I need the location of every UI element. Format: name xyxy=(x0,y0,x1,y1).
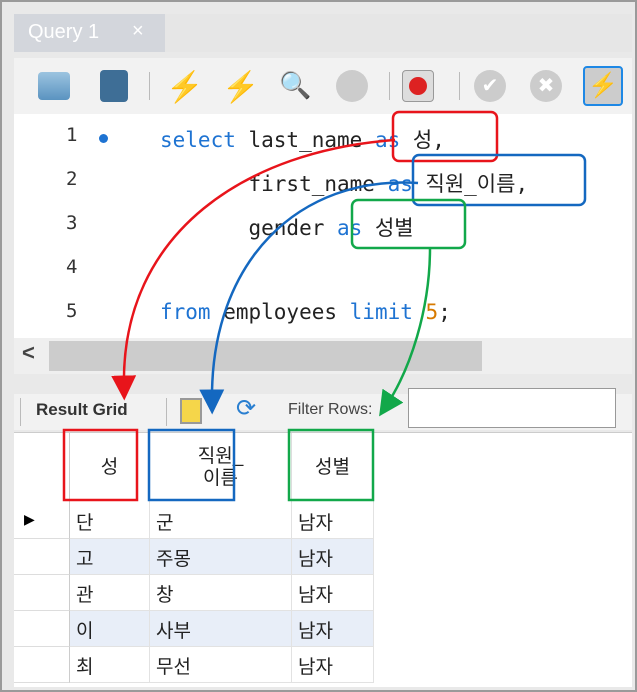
row-header[interactable]: ▶ xyxy=(14,503,70,539)
code-line[interactable]: 5 from employees limit 5; xyxy=(14,300,632,330)
code-text: first_name as 직원_이름, xyxy=(160,168,529,198)
scrollbar-thumb[interactable] xyxy=(49,341,482,371)
code-line[interactable]: 1 select last_name as 성, xyxy=(14,124,632,154)
explain-icon[interactable]: 🔍 xyxy=(279,70,311,102)
line-number: 5 xyxy=(66,300,78,322)
table-cell[interactable]: 남자 xyxy=(292,539,374,575)
tab-label: Query 1 xyxy=(28,21,100,43)
result-grid: 성 직원_ 이름 성별 ▶ 단 군 남자 고 주몽 남자 관 창 남자 이 사부 남자 최 무선 남자 xyxy=(14,432,632,687)
table-row[interactable]: ▶ 단 군 남자 xyxy=(14,503,374,539)
table-cell[interactable]: 최 xyxy=(70,647,150,683)
table-cell[interactable]: 고 xyxy=(70,539,150,575)
table-cell[interactable]: 사부 xyxy=(150,611,292,647)
filter-rows-label: Filter Rows: xyxy=(288,401,373,418)
line-number: 1 xyxy=(66,124,78,146)
execute-current-icon[interactable]: ⚡ xyxy=(222,70,259,104)
rollback-icon[interactable]: ✖ xyxy=(530,70,562,102)
current-line-dot-icon xyxy=(99,134,108,143)
row-header[interactable] xyxy=(14,647,70,683)
code-line[interactable]: 3 gender as 성별 xyxy=(14,212,632,242)
toggle-stop-on-error-icon[interactable] xyxy=(402,70,434,102)
table-cell[interactable]: 주몽 xyxy=(150,539,292,575)
sql-token: ; xyxy=(438,300,451,324)
table-row[interactable]: 관 창 남자 xyxy=(14,575,374,611)
line-number: 3 xyxy=(66,212,78,234)
sql-token: last_name xyxy=(235,128,375,152)
sql-editor[interactable]: 1 select last_name as 성, 2 first_name as 직… xyxy=(14,114,632,338)
sql-token: employees xyxy=(210,300,350,324)
tab-query-1[interactable]: Query 1 × xyxy=(14,14,165,52)
sql-token: first_name xyxy=(160,172,388,196)
sql-keyword: as xyxy=(337,216,363,240)
separator xyxy=(389,72,390,100)
tab-bar: Query 1 × xyxy=(14,14,632,52)
column-header[interactable]: 성 xyxy=(70,433,150,503)
results-toolbar: Result Grid ⟳ Filter Rows: xyxy=(14,388,632,430)
sql-token: 성별 xyxy=(362,216,414,240)
code-text: from employees limit 5; xyxy=(160,300,451,324)
autocommit-icon[interactable]: ⚡ xyxy=(583,66,623,106)
table-cell[interactable]: 무선 xyxy=(150,647,292,683)
table-row[interactable]: 고 주몽 남자 xyxy=(14,539,374,575)
row-header[interactable] xyxy=(14,539,70,575)
table-cell[interactable]: 남자 xyxy=(292,575,374,611)
table-cell[interactable]: 관 xyxy=(70,575,150,611)
sql-keyword: from xyxy=(160,300,211,324)
save-icon[interactable] xyxy=(100,70,128,102)
sql-keyword: select xyxy=(160,128,236,152)
grid-columns-icon[interactable] xyxy=(180,398,202,424)
code-line[interactable]: 4 xyxy=(14,256,632,286)
table-cell[interactable]: 단 xyxy=(70,503,150,539)
line-number: 2 xyxy=(66,168,78,190)
result-grid-tab[interactable]: Result Grid xyxy=(36,400,128,420)
table-cell[interactable]: 남자 xyxy=(292,611,374,647)
separator xyxy=(149,72,150,100)
sql-keyword: as xyxy=(387,172,413,196)
table-cell[interactable]: 군 xyxy=(150,503,292,539)
sql-token: 직원_이름, xyxy=(412,172,529,196)
code-line[interactable]: 2 first_name as 직원_이름, xyxy=(14,168,632,198)
row-header[interactable] xyxy=(14,575,70,611)
scroll-left-icon[interactable]: < xyxy=(22,340,35,366)
table-row[interactable]: 최 무선 남자 xyxy=(14,647,374,683)
execute-icon[interactable]: ⚡ xyxy=(166,70,203,104)
separator xyxy=(20,398,21,426)
editor-toolbar: ⚡ ⚡ 🔍 ✔ ✖ ⚡ xyxy=(14,58,632,114)
sql-token: 성, xyxy=(400,128,445,152)
table-cell[interactable]: 이 xyxy=(70,611,150,647)
table-row[interactable]: 이 사부 남자 xyxy=(14,611,374,647)
sql-token: 5 xyxy=(425,300,439,324)
open-folder-icon[interactable] xyxy=(38,72,70,100)
sql-keyword: limit xyxy=(349,300,413,324)
sql-keyword: as xyxy=(374,128,401,152)
table-cell[interactable]: 남자 xyxy=(292,647,374,683)
stop-icon[interactable] xyxy=(336,70,368,102)
sql-token: gender xyxy=(160,216,338,240)
line-number: 4 xyxy=(66,256,78,278)
refresh-icon[interactable]: ⟳ xyxy=(236,394,256,423)
code-text: gender as 성별 xyxy=(160,212,414,242)
separator xyxy=(459,72,460,100)
table-cell[interactable]: 남자 xyxy=(292,503,374,539)
row-header[interactable] xyxy=(14,611,70,647)
column-header[interactable]: 직원_ 이름 xyxy=(150,433,292,503)
table-cell[interactable]: 창 xyxy=(150,575,292,611)
filter-rows-input[interactable] xyxy=(408,388,616,428)
current-row-icon: ▶ xyxy=(24,511,35,527)
commit-icon[interactable]: ✔ xyxy=(474,70,506,102)
separator xyxy=(166,398,167,426)
horizontal-scrollbar[interactable]: < xyxy=(14,338,632,374)
close-icon[interactable]: × xyxy=(132,20,144,43)
workbench-window: Query 1 × ⚡ ⚡ 🔍 ✔ ✖ ⚡ 1 select last_name a… xyxy=(0,0,637,692)
column-header[interactable]: 성별 xyxy=(292,433,374,503)
row-header-corner xyxy=(14,433,70,503)
code-text: select last_name as 성, xyxy=(160,124,445,154)
